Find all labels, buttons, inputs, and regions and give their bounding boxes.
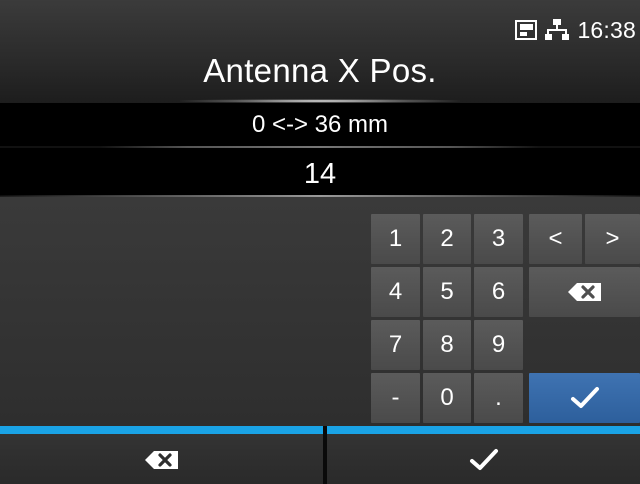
network-icon [545, 19, 570, 41]
key-cursor-left[interactable]: < [529, 214, 582, 264]
bottom-bar [0, 426, 640, 484]
cancel-button[interactable] [0, 426, 323, 484]
key-backspace[interactable] [529, 267, 640, 317]
key-1[interactable]: 1 [371, 214, 420, 264]
key-enter[interactable] [529, 373, 640, 423]
key-6[interactable]: 6 [474, 267, 523, 317]
key-decimal[interactable]: . [474, 373, 523, 423]
checkmark-icon [570, 387, 599, 408]
value-display: 14 [303, 158, 337, 190]
key-7[interactable]: 7 [371, 320, 420, 370]
confirm-accent [327, 426, 640, 434]
checkmark-icon [469, 449, 498, 470]
header: 16:38 Antenna X Pos. [0, 0, 640, 103]
key-9[interactable]: 9 [474, 320, 523, 370]
backspace-icon [144, 451, 178, 469]
settings-screen: 16:38 Antenna X Pos. 0 <-> 36 mm 14 1 2 … [0, 0, 640, 484]
key-5[interactable]: 5 [423, 267, 471, 317]
key-0[interactable]: 0 [423, 373, 471, 423]
page-title: Antenna X Pos. [203, 52, 437, 89]
backspace-icon [567, 283, 601, 301]
key-3[interactable]: 3 [474, 214, 523, 264]
confirm-button[interactable] [327, 426, 640, 484]
range-label: 0 <-> 36 mm [251, 111, 389, 138]
key-8[interactable]: 8 [423, 320, 471, 370]
value-field[interactable]: 14 [0, 148, 640, 196]
clock: 16:38 [577, 16, 636, 43]
cancel-accent [0, 426, 323, 434]
key-2[interactable]: 2 [423, 214, 471, 264]
key-minus[interactable]: - [371, 373, 420, 423]
sd-card-icon [515, 20, 538, 40]
keypad-area: 1 2 3 < > 4 5 6 7 8 9 - 0 . [0, 197, 640, 426]
range-band: 0 <-> 36 mm [0, 103, 640, 146]
status-bar: 16:38 [515, 16, 636, 44]
key-cursor-right[interactable]: > [585, 214, 640, 264]
key-4[interactable]: 4 [371, 267, 420, 317]
